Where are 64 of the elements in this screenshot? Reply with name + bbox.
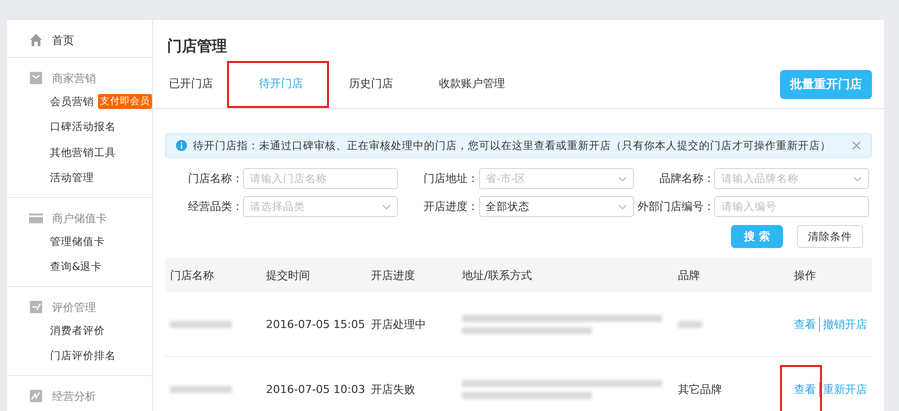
- chart-icon: [29, 389, 43, 403]
- blurred-text: [170, 320, 232, 328]
- card-icon: [29, 211, 43, 225]
- action-link[interactable]: 重新开店: [823, 382, 868, 396]
- table-cell: 2016-07-05 10:03: [266, 382, 366, 396]
- sidebar-item[interactable]: 评价管理: [52, 300, 96, 314]
- sidebar-item[interactable]: 经营分析: [52, 388, 96, 404]
- tab[interactable]: 收款账户管理: [421, 61, 523, 108]
- search-button[interactable]: 搜 索: [731, 225, 783, 248]
- table-cell: 开店失败: [371, 382, 416, 396]
- chevron-down-icon: [382, 204, 391, 210]
- blurred-text: [678, 320, 702, 328]
- sidebar-item[interactable]: 口碑活动报名: [50, 120, 116, 134]
- field-label: 门店名称：: [187, 171, 243, 186]
- blurred-text: [170, 386, 232, 392]
- select-field[interactable]: 请选择品类: [243, 196, 398, 217]
- tab[interactable]: 已开门店: [165, 61, 231, 108]
- sidebar-item[interactable]: 商户储值卡: [52, 210, 107, 226]
- select-field[interactable]: 省-市-区: [478, 168, 634, 189]
- field-label: 外部门店编号：: [636, 199, 714, 214]
- input-field[interactable]: 请输入门店名称: [243, 168, 398, 189]
- select-field[interactable]: 全部状态: [478, 196, 634, 217]
- column-header: 提交时间: [261, 258, 366, 292]
- edit-icon: [29, 300, 43, 314]
- table-cell: 2016-07-05 15:05: [266, 318, 366, 330]
- table-cell: 其它品牌: [678, 382, 722, 396]
- chevron-down-icon: [853, 176, 862, 182]
- sidebar-item[interactable]: 会员营销: [50, 94, 94, 109]
- sidebar-item[interactable]: 消费者评价: [50, 324, 105, 338]
- promo-badge: 支付即会员: [98, 94, 152, 110]
- home-icon: [29, 33, 43, 47]
- action-link[interactable]: 查看: [794, 316, 816, 332]
- clear-button[interactable]: 清除条件: [797, 225, 863, 248]
- field-label: 经营品类：: [187, 199, 243, 214]
- sidebar-item[interactable]: 其他营销工具: [50, 146, 116, 160]
- tab[interactable]: 待开门店: [241, 61, 321, 108]
- info-icon: [176, 140, 187, 151]
- column-header: 开店进度: [366, 258, 458, 292]
- table-cell: 开店处理中: [371, 318, 426, 330]
- bag-icon: [29, 71, 43, 85]
- sidebar-item[interactable]: 商家营销: [52, 70, 96, 86]
- chevron-down-icon: [618, 204, 627, 210]
- chevron-down-icon: [618, 176, 627, 182]
- sidebar-item[interactable]: 管理储值卡: [50, 234, 105, 249]
- sidebar-item[interactable]: 首页: [52, 32, 74, 48]
- page-title: 门店管理: [167, 37, 228, 57]
- column-header: 门店名称: [165, 258, 261, 292]
- input-field[interactable]: 请输入编号: [714, 196, 870, 217]
- field-label: 开店进度：: [422, 199, 479, 214]
- column-header: 地址/联系方式: [457, 258, 674, 292]
- notice-text: 待开门店指：未通过口碑审核、正在审核处理中的门店，您可以在这里查看或重新开店（只有你本人提交的门店才可操作重新开店）: [193, 138, 831, 152]
- sidebar-item[interactable]: 查询&退卡: [50, 260, 102, 274]
- select-field[interactable]: 请输入品牌名称: [714, 168, 870, 189]
- close-icon[interactable]: [852, 141, 861, 150]
- tab[interactable]: 历史门店: [331, 61, 411, 108]
- sidebar-item[interactable]: 活动管理: [50, 171, 94, 186]
- action-link[interactable]: 查看: [794, 382, 816, 396]
- column-header: 操作: [789, 258, 872, 292]
- batch-reopen-button[interactable]: 批量重开门店: [780, 70, 872, 99]
- field-label: 门店地址：: [422, 171, 479, 186]
- sidebar-item[interactable]: 门店评价排名: [50, 349, 116, 364]
- action-link[interactable]: 撤销开店: [823, 316, 868, 332]
- column-header: 品牌: [673, 258, 790, 292]
- field-label: 品牌名称：: [658, 171, 714, 186]
